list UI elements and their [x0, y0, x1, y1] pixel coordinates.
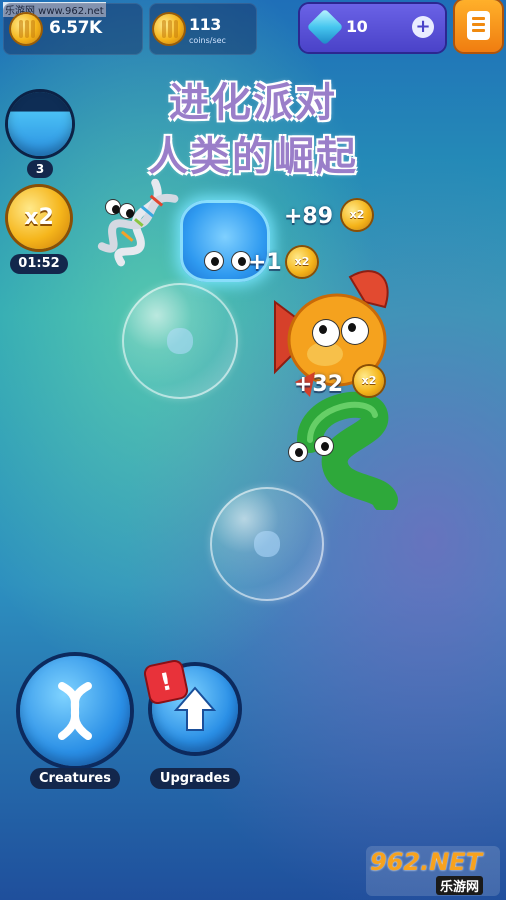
creatures-label[interactable]: Creatures — [30, 768, 120, 789]
green-worm-creature[interactable] — [290, 385, 400, 510]
coin-icon — [154, 14, 184, 44]
coin-rate-value: 113 — [189, 15, 221, 34]
title-line-2: 人类的崛起 — [148, 134, 358, 180]
gem-icon — [306, 8, 344, 46]
earn-popup: +1 — [248, 250, 282, 275]
earn-popup: +89 — [284, 204, 334, 229]
dna-icon — [58, 682, 92, 740]
eye — [205, 252, 223, 270]
eye — [313, 320, 339, 346]
upgrades-label[interactable]: Upgrades — [150, 768, 240, 789]
gems-panel[interactable]: 10 + — [300, 4, 445, 52]
level-badge: 3 — [27, 160, 53, 178]
site-logo-watermark: 962.NET 乐游网 — [366, 846, 500, 896]
earn-popup: +32 — [294, 372, 344, 397]
x2-coin-pickup[interactable]: x2 — [354, 366, 384, 396]
gem-count: 10 — [346, 17, 368, 36]
boost-timer: 01:52 — [10, 254, 68, 274]
coin-icon — [11, 14, 41, 44]
rate-panel: 113 coins/sec — [149, 3, 257, 55]
list-icon — [467, 11, 490, 40]
eye — [289, 443, 307, 461]
eye — [315, 437, 333, 455]
eye — [106, 200, 120, 214]
coins-panel: 6.57K — [3, 3, 143, 55]
title-line-1: 进化派对 — [169, 80, 337, 126]
eye — [342, 318, 368, 344]
x2-boost-button[interactable]: x2 — [8, 187, 70, 249]
creatures-button[interactable] — [20, 656, 130, 766]
menu-button[interactable] — [455, 0, 502, 52]
x2-coin-pickup[interactable]: x2 — [287, 247, 317, 277]
x2-coin-pickup[interactable]: x2 — [342, 200, 372, 230]
evolution-progress-orb[interactable] — [8, 92, 72, 156]
coin-rate-unit: coins/sec — [189, 36, 226, 45]
eye — [120, 204, 134, 218]
bubble[interactable] — [122, 283, 238, 399]
coin-total: 6.57K — [49, 18, 102, 38]
alert-badge: ! — [144, 660, 188, 704]
add-gems-button[interactable]: + — [412, 16, 434, 38]
dna-creature[interactable] — [96, 178, 186, 268]
